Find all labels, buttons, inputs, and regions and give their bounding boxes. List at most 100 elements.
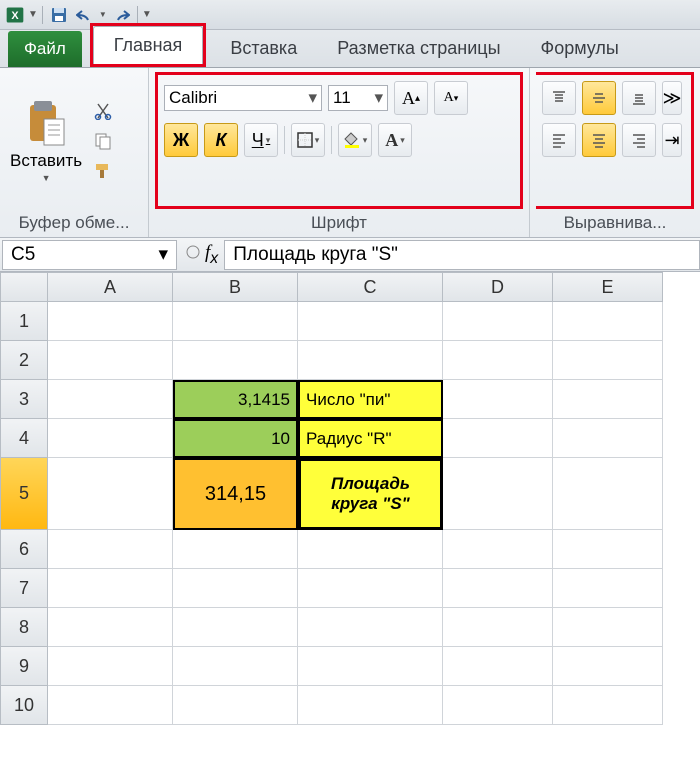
align-top-button[interactable]	[542, 81, 576, 115]
cell[interactable]	[553, 569, 663, 608]
cell[interactable]	[553, 647, 663, 686]
cell[interactable]	[443, 341, 553, 380]
cell-C5[interactable]: Площадь круга "S"	[298, 458, 443, 530]
cell[interactable]	[173, 569, 298, 608]
row-header[interactable]: 10	[0, 686, 48, 725]
cell[interactable]	[298, 569, 443, 608]
cell[interactable]	[298, 647, 443, 686]
bold-button[interactable]: Ж	[164, 123, 198, 157]
col-header[interactable]: A	[48, 272, 173, 302]
font-name-combo[interactable]: Calibri▾	[164, 85, 322, 111]
cell-B5[interactable]: 314,15	[173, 458, 298, 530]
cell[interactable]	[173, 686, 298, 725]
cell[interactable]	[553, 530, 663, 569]
tab-insert[interactable]: Вставка	[210, 30, 317, 67]
tab-file[interactable]: Файл	[8, 31, 82, 67]
cut-button[interactable]	[90, 98, 116, 124]
shrink-font-button[interactable]: A▾	[434, 81, 468, 115]
font-size-combo[interactable]: 11▾	[328, 85, 388, 111]
cell[interactable]	[48, 530, 173, 569]
cell[interactable]	[443, 530, 553, 569]
row-header[interactable]: 3	[0, 380, 48, 419]
col-header[interactable]: B	[173, 272, 298, 302]
cell-B3[interactable]: 3,1415	[173, 380, 298, 419]
paste-button[interactable]: Вставить ▼	[6, 95, 86, 187]
qat-customize[interactable]: ▼	[142, 9, 152, 20]
cell[interactable]	[48, 419, 173, 458]
indent-button[interactable]: ⇥	[662, 123, 682, 157]
cell[interactable]	[553, 302, 663, 341]
cell[interactable]	[48, 380, 173, 419]
row-header[interactable]: 8	[0, 608, 48, 647]
tab-page-layout[interactable]: Разметка страницы	[317, 30, 520, 67]
cell[interactable]	[443, 647, 553, 686]
align-right-button[interactable]	[622, 123, 656, 157]
cell-C4[interactable]: Радиус "R"	[298, 419, 443, 458]
cell[interactable]	[443, 302, 553, 341]
tab-home[interactable]: Главная	[93, 26, 204, 64]
app-menu-dropdown[interactable]: ▼	[28, 9, 38, 20]
formula-bar[interactable]: Площадь круга "S"	[224, 240, 700, 270]
cell[interactable]	[173, 647, 298, 686]
cell[interactable]	[173, 341, 298, 380]
row-header[interactable]: 9	[0, 647, 48, 686]
font-color-button[interactable]: A▾	[378, 123, 412, 157]
select-all-corner[interactable]	[0, 272, 48, 302]
cell[interactable]	[48, 569, 173, 608]
align-bottom-button[interactable]	[622, 81, 656, 115]
cell[interactable]	[553, 341, 663, 380]
copy-button[interactable]	[90, 128, 116, 154]
cell[interactable]	[173, 530, 298, 569]
row-header[interactable]: 7	[0, 569, 48, 608]
cell-C3[interactable]: Число "пи"	[298, 380, 443, 419]
save-button[interactable]	[47, 4, 71, 26]
fill-color-button[interactable]: ▾	[338, 123, 372, 157]
cell[interactable]	[443, 686, 553, 725]
cell[interactable]	[553, 458, 663, 530]
col-header[interactable]: E	[553, 272, 663, 302]
cell[interactable]	[443, 419, 553, 458]
undo-dropdown[interactable]: ▼	[99, 10, 107, 19]
align-left-button[interactable]	[542, 123, 576, 157]
format-painter-button[interactable]	[90, 158, 116, 184]
grow-font-button[interactable]: A▴	[394, 81, 428, 115]
cell[interactable]	[173, 608, 298, 647]
tab-formulas[interactable]: Формулы	[521, 30, 639, 67]
cell[interactable]	[443, 569, 553, 608]
align-center-button[interactable]	[582, 123, 616, 157]
insert-function-icon[interactable]	[185, 244, 201, 265]
italic-button[interactable]: К	[204, 123, 238, 157]
cell[interactable]	[443, 380, 553, 419]
cell[interactable]	[298, 608, 443, 647]
cell[interactable]	[553, 686, 663, 725]
cell[interactable]	[173, 302, 298, 341]
borders-button[interactable]: ▾	[291, 123, 325, 157]
cell[interactable]	[553, 380, 663, 419]
underline-button[interactable]: Ч▾	[244, 123, 278, 157]
cell[interactable]	[443, 608, 553, 647]
fx-icon[interactable]: fx	[205, 242, 218, 268]
cell[interactable]	[48, 647, 173, 686]
name-box[interactable]: C5▾	[2, 240, 177, 270]
cell[interactable]	[553, 608, 663, 647]
cell[interactable]	[48, 608, 173, 647]
cell[interactable]	[553, 419, 663, 458]
cell[interactable]	[48, 341, 173, 380]
row-header[interactable]: 2	[0, 341, 48, 380]
row-header[interactable]: 1	[0, 302, 48, 341]
cell[interactable]	[48, 686, 173, 725]
col-header[interactable]: D	[443, 272, 553, 302]
col-header[interactable]: C	[298, 272, 443, 302]
cell[interactable]	[48, 302, 173, 341]
cell[interactable]	[298, 530, 443, 569]
cell[interactable]	[443, 458, 553, 530]
cell[interactable]	[298, 686, 443, 725]
cell[interactable]	[298, 341, 443, 380]
row-header[interactable]: 4	[0, 419, 48, 458]
cell[interactable]	[48, 458, 173, 530]
row-header[interactable]: 5	[0, 458, 48, 530]
align-middle-button[interactable]	[582, 81, 616, 115]
row-header[interactable]: 6	[0, 530, 48, 569]
orientation-button[interactable]: ≫	[662, 81, 682, 115]
cell[interactable]	[298, 302, 443, 341]
